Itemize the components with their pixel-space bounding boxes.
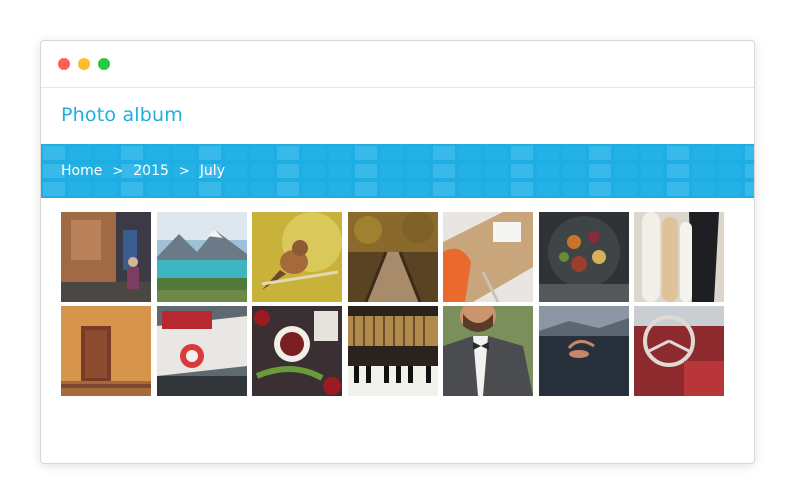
breadcrumb-separator: >: [112, 163, 124, 179]
photo-thumbnail[interactable]: [538, 212, 629, 302]
photo-thumbnail[interactable]: [347, 212, 438, 302]
photo-thumbnail[interactable]: [347, 306, 438, 396]
photo-man-image: [443, 306, 533, 396]
photo-desk-image: [443, 212, 533, 302]
photo-swimmer-image: [538, 306, 629, 396]
photo-thumbnail[interactable]: [156, 212, 247, 302]
photo-street-image: [61, 212, 151, 302]
breadcrumb-year[interactable]: 2015: [133, 163, 169, 179]
photo-thumbnail[interactable]: [252, 212, 342, 302]
photo-door-image: [61, 306, 151, 396]
photo-thumbnail[interactable]: [252, 306, 342, 396]
close-window-button[interactable]: [58, 58, 70, 70]
photo-thumbnail[interactable]: [538, 306, 629, 396]
breadcrumb-separator: >: [178, 163, 190, 179]
breadcrumb-month: July: [199, 163, 225, 179]
photo-thumbnail[interactable]: [634, 306, 724, 396]
maximize-window-button[interactable]: [98, 58, 110, 70]
breadcrumb-banner: Home > 2015 > July: [41, 144, 754, 198]
photo-thumbnail[interactable]: [634, 212, 724, 302]
photo-surfboards-image: [634, 212, 724, 302]
photo-thumbnail[interactable]: [443, 306, 533, 396]
photo-tea-image: [252, 306, 342, 396]
window-titlebar: [41, 41, 754, 88]
photo-thumbnail[interactable]: [443, 212, 533, 302]
page-title: Photo album: [61, 104, 183, 126]
photo-thumbnail[interactable]: [61, 212, 151, 302]
photo-steering-wheel-image: [634, 306, 724, 396]
breadcrumb-home[interactable]: Home: [61, 163, 102, 179]
photo-thumbnail[interactable]: [61, 306, 151, 396]
photo-bird-image: [252, 212, 342, 302]
photo-food-image: [538, 212, 629, 302]
photo-grid: [61, 212, 724, 396]
minimize-window-button[interactable]: [78, 58, 90, 70]
photo-car-rear-image: [156, 306, 247, 396]
breadcrumb: Home > 2015 > July: [61, 144, 225, 198]
photo-boardwalk-image: [347, 212, 438, 302]
browser-window: Photo album Home > 2015 > July: [40, 40, 755, 464]
photo-mountain-lake-image: [156, 212, 247, 302]
photo-thumbnail[interactable]: [156, 306, 247, 396]
photo-piano-image: [347, 306, 438, 396]
